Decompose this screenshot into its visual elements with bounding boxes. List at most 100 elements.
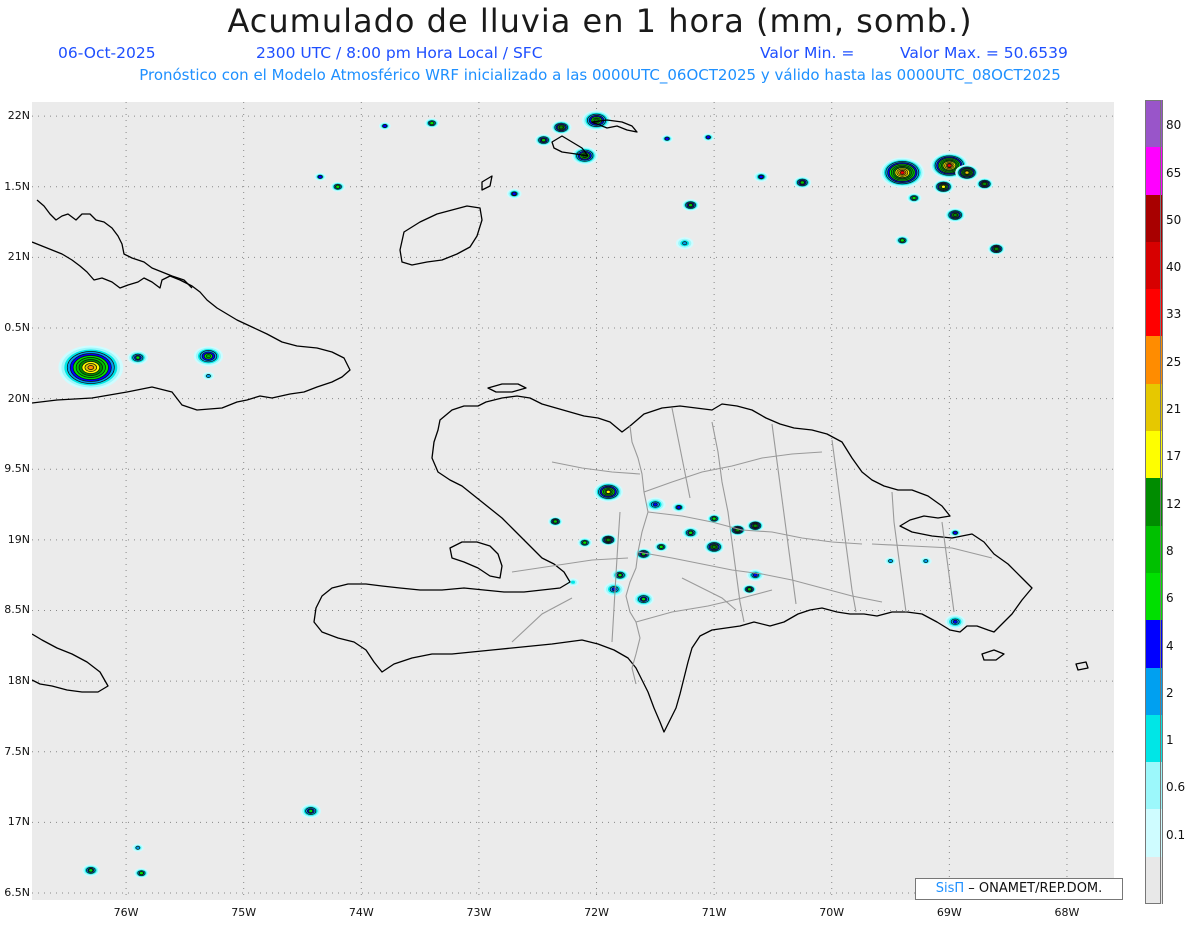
colorbar-label: 21 [1166, 402, 1182, 417]
rain-contour [688, 203, 693, 208]
rain-cell [884, 557, 897, 566]
colorbar-label: 0.1 [1166, 827, 1186, 842]
rain-contour [308, 809, 314, 813]
lat-lon-grid [32, 102, 1114, 900]
valid-time: 2300 UTC / 8:00 pm Hora Local / SFC [256, 44, 543, 62]
rain-cell [661, 134, 673, 143]
credit-org: – ONAMET/REP.DOM. [964, 881, 1103, 896]
lat-label: 22N [7, 109, 30, 123]
rain-contour [617, 573, 623, 578]
credit-box: SisΠ – ONAMET/REP.DOM. [915, 878, 1123, 900]
colorbar-label: 33 [1166, 307, 1182, 322]
rain-contour [335, 184, 341, 189]
rain-contour [899, 238, 905, 243]
lon-label: 73W [466, 906, 492, 919]
rain-cell [330, 181, 346, 192]
rain-contour [317, 174, 323, 179]
lon-label: 69W [936, 906, 962, 919]
rain-cell [742, 584, 757, 595]
rain-cell [746, 519, 765, 532]
rainfall-overlay [58, 110, 1006, 879]
max-value: Valor Max. = 50.6539 [900, 44, 1068, 62]
rain-cell [506, 188, 522, 199]
forecast-date: 06-Oct-2025 [58, 44, 156, 62]
colorbar-label: 25 [1166, 354, 1182, 369]
rain-cell [611, 569, 629, 582]
rain-cell [675, 237, 694, 250]
rain-contour [135, 355, 141, 360]
rain-contour [758, 174, 764, 179]
lat-label: 19N [7, 532, 30, 546]
rain-contour [952, 213, 958, 217]
rain-contour [664, 136, 670, 141]
rain-contour [982, 181, 987, 186]
rain-cell [746, 569, 765, 582]
rain-contour [964, 170, 970, 175]
lon-label: 74W [348, 906, 374, 919]
colorbar-label: 0.6 [1166, 780, 1186, 795]
rain-contour [688, 530, 693, 535]
lon-label: 71W [701, 906, 727, 919]
lat-label: 7.5N [4, 744, 30, 758]
rain-cell [534, 134, 553, 147]
lon-label: 68W [1054, 906, 1080, 919]
rain-contour [582, 540, 588, 545]
colorbar-label: 50 [1166, 212, 1182, 227]
colorbar-label: 2 [1166, 685, 1174, 700]
colorbar-label: 6 [1166, 591, 1174, 606]
rain-cell [645, 497, 666, 512]
rain-cell [681, 199, 700, 212]
rain-contour [382, 124, 388, 128]
rain-contour [658, 544, 664, 549]
rain-cell [131, 843, 144, 852]
coastline-bahamas-1 [36, 199, 193, 289]
rain-contour [711, 516, 717, 521]
rain-cell [894, 235, 910, 246]
model-info: Pronóstico con el Modelo Atmosférico WRF… [139, 66, 1061, 84]
lat-label: 1.5N [4, 179, 30, 193]
rain-cell [81, 864, 100, 877]
rain-cell [671, 502, 687, 513]
lon-label: 75W [231, 906, 257, 919]
rain-contour [135, 845, 141, 850]
rain-contour [605, 489, 611, 494]
lon-label: 72W [584, 906, 609, 919]
rain-cell [548, 516, 563, 527]
lat-label: 18N [7, 674, 30, 688]
rain-contour [541, 138, 546, 143]
map-title: Acumulado de lluvia en 1 hora (mm, somb.… [227, 2, 973, 40]
coastline-inagua [399, 205, 483, 266]
rain-cell [919, 557, 932, 566]
rain-cell [949, 528, 962, 537]
rain-cell [603, 582, 625, 597]
rain-contour [511, 191, 517, 196]
rain-contour [88, 868, 94, 873]
rain-contour [553, 519, 558, 524]
sispi-logo-text: SisΠ [935, 881, 965, 896]
colorbar-label: 4 [1166, 638, 1174, 653]
rain-contour [139, 871, 144, 876]
coastline-jamaica [31, 633, 109, 693]
rain-cell [944, 614, 966, 629]
lat-label: 8.5N [4, 603, 30, 617]
lat-label: 0.5N [4, 320, 30, 334]
rain-contour [558, 125, 564, 130]
rain-cell [58, 345, 124, 390]
colorbar-label: 8 [1166, 543, 1174, 558]
rain-cell [955, 164, 979, 181]
lat-label: 9.5N [4, 462, 30, 476]
min-value: Valor Min. = [760, 44, 855, 62]
rain-cell [424, 118, 440, 129]
colorbar-label: 80 [1166, 118, 1182, 133]
coastline-tortuga [487, 383, 527, 393]
rainfall-map [31, 102, 1114, 900]
coastline-mona [1075, 661, 1089, 671]
colorbar-label: 17 [1166, 449, 1182, 464]
rain-contour [888, 559, 893, 563]
rain-cell [300, 804, 322, 819]
lat-label: 20N [7, 391, 30, 405]
rain-contour [941, 184, 946, 189]
rain-cell [202, 372, 215, 381]
rain-cell [653, 541, 669, 552]
rain-contour [911, 196, 917, 200]
